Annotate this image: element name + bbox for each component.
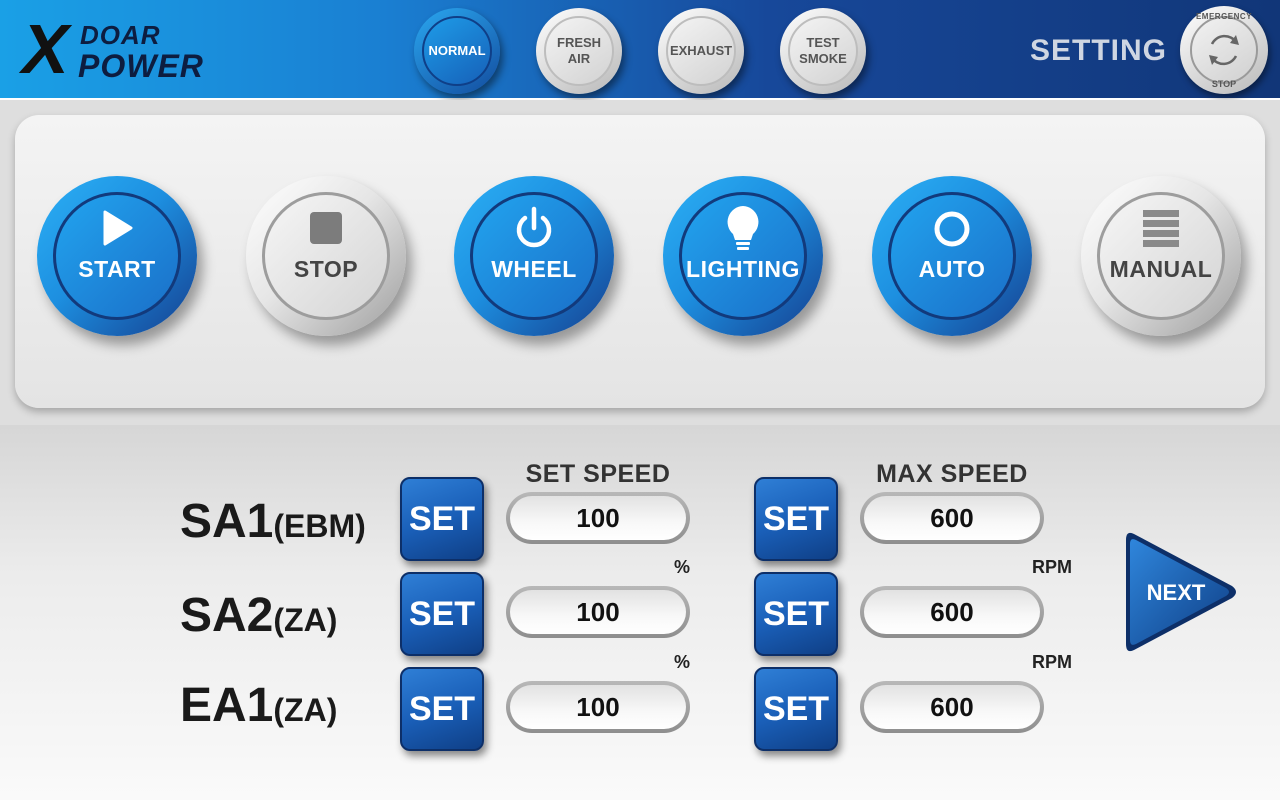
sa1-max-speed-button[interactable]: SET — [754, 477, 838, 561]
mode-fresh-air-button[interactable]: FRESH AIR — [536, 8, 622, 94]
lighting-button[interactable]: LIGHTING — [663, 176, 823, 336]
sa2-set-speed-button[interactable]: SET — [400, 572, 484, 656]
mode-test-smoke-button[interactable]: TEST SMOKE — [780, 8, 866, 94]
auto-label: AUTO — [918, 256, 986, 282]
max-speed-header: MAX SPEED — [876, 460, 1028, 488]
sa1-max-speed-box: 600 — [860, 492, 1044, 544]
circle-icon — [934, 211, 970, 247]
manual-button[interactable]: MANUAL — [1081, 176, 1241, 336]
sa2-rpm-unit: RPM — [1032, 652, 1072, 672]
play-icon — [103, 210, 133, 246]
set-speed-header: SET SPEED — [525, 460, 671, 488]
ea1-max-speed-box: 600 — [860, 681, 1044, 733]
rotate-icon — [1209, 34, 1239, 66]
row-name-main: SA2 — [180, 589, 274, 642]
logo-word-doar: DOAR — [80, 20, 161, 50]
setting-title[interactable]: SETTING — [1030, 34, 1167, 68]
lighting-label: LIGHTING — [686, 256, 800, 282]
start-label: START — [78, 256, 156, 282]
sa1-percent-unit: % — [674, 557, 691, 577]
mode-normal-button[interactable]: NORMAL — [414, 8, 500, 94]
row-name-suffix: (ZA) — [273, 602, 338, 638]
mode-exhaust-button[interactable]: EXHAUST — [658, 8, 744, 94]
stop-square-icon — [310, 212, 342, 244]
next-button[interactable]: NEXT — [1124, 526, 1242, 658]
sa2-percent-unit: % — [674, 652, 691, 672]
stop-button[interactable]: STOP — [246, 176, 406, 336]
logo-x-mark: X — [22, 10, 69, 88]
control-panel — [15, 115, 1265, 408]
sa2-set-speed-box: 100 — [506, 586, 690, 638]
brand-logo: X DOAR POWER — [22, 10, 203, 88]
row-name-main: SA1 — [180, 495, 274, 548]
ea1-set-speed-box: 100 — [506, 681, 690, 733]
stop-label: STOP — [293, 256, 359, 282]
mode-exhaust-label: EXHAUST — [669, 43, 733, 58]
row-name-ea1: EA1(ZA) — [180, 678, 337, 733]
row-name-suffix: (ZA) — [273, 692, 338, 728]
sa1-max-speed-field[interactable]: 600 — [864, 496, 1040, 540]
manual-label: MANUAL — [1109, 256, 1213, 282]
sa1-set-speed-field[interactable]: 100 — [510, 496, 686, 540]
wheel-button[interactable]: WHEEL — [454, 176, 614, 336]
sa1-rpm-unit: RPM — [1032, 557, 1072, 577]
sa2-max-speed-button[interactable]: SET — [754, 572, 838, 656]
ea1-max-speed-field[interactable]: 600 — [864, 685, 1040, 729]
ea1-set-speed-button[interactable]: SET — [400, 667, 484, 751]
sa1-set-speed-button[interactable]: SET — [400, 477, 484, 561]
emergency-stop-button[interactable]: EMERGENCY STOP — [1180, 6, 1268, 94]
sa1-set-speed-box: 100 — [506, 492, 690, 544]
mode-fresh-air-label: FRESH AIR — [557, 35, 602, 66]
next-label: NEXT — [1146, 580, 1206, 605]
logo-word-power: POWER — [78, 48, 204, 84]
row-name-suffix: (EBM) — [273, 508, 366, 544]
sa2-max-speed-box: 600 — [860, 586, 1044, 638]
row-name-sa1: SA1(EBM) — [180, 494, 366, 549]
ea1-max-speed-button[interactable]: SET — [754, 667, 838, 751]
sa2-set-speed-field[interactable]: 100 — [510, 590, 686, 634]
row-name-main: EA1 — [180, 679, 274, 732]
mode-test-smoke-label: TEST SMOKE — [799, 35, 847, 66]
auto-button[interactable]: AUTO — [872, 176, 1032, 336]
power-icon — [516, 206, 552, 248]
top-bar: X DOAR POWER NORMAL FRESH AIR EXHAUST TE… — [0, 0, 1280, 100]
sa2-max-speed-field[interactable]: 600 — [864, 590, 1040, 634]
wheel-label: WHEEL — [491, 256, 577, 282]
start-button[interactable]: START — [37, 176, 197, 336]
row-name-sa2: SA2(ZA) — [180, 588, 337, 643]
mode-normal-label: NORMAL — [428, 43, 486, 58]
emergency-stop-top-text: EMERGENCY — [1195, 12, 1253, 21]
ea1-set-speed-field[interactable]: 100 — [510, 685, 686, 729]
emergency-stop-bottom-text: STOP — [1211, 79, 1237, 89]
bulb-icon — [727, 206, 759, 250]
menu-bars-icon — [1143, 210, 1179, 247]
